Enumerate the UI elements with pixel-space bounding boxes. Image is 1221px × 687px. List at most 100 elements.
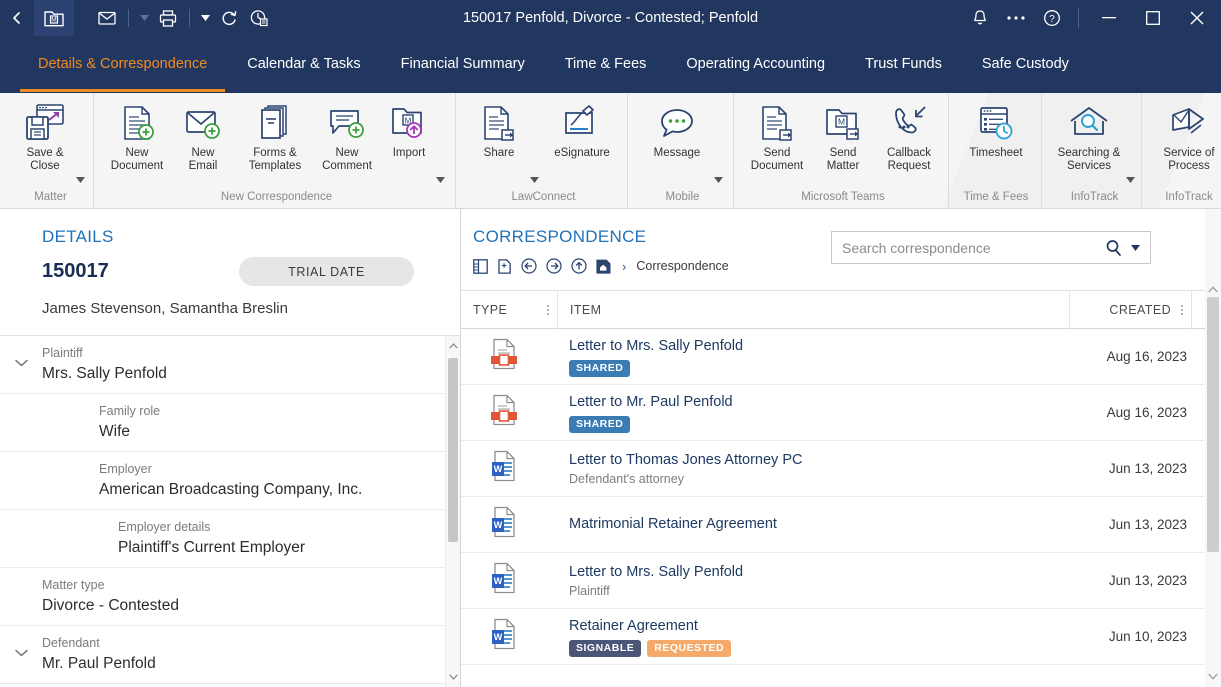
detail-row-employer-details[interactable]: Employer details Plaintiff's Current Emp… bbox=[0, 510, 460, 568]
email-dropdown-caret-icon[interactable] bbox=[135, 0, 153, 36]
save-and-close-button[interactable]: Save &Close bbox=[12, 99, 78, 175]
home-folder-icon[interactable] bbox=[596, 259, 612, 274]
print-dropdown-caret-icon[interactable] bbox=[196, 0, 214, 36]
timesheet-button[interactable]: Timesheet bbox=[957, 99, 1035, 162]
search-dropdown-caret-icon[interactable] bbox=[1129, 245, 1150, 251]
send-matter-button[interactable]: M SendMatter bbox=[810, 99, 876, 175]
item-title[interactable]: Matrimonial Retainer Agreement bbox=[569, 515, 1069, 534]
service-of-process-button[interactable]: Service ofProcess bbox=[1150, 99, 1221, 175]
item-title[interactable]: Retainer Agreement bbox=[569, 617, 1069, 636]
refresh-icon[interactable] bbox=[214, 0, 244, 36]
tab-label: Time & Fees bbox=[565, 56, 647, 72]
ribbon-toolbar: Save &Close Matter bbox=[0, 93, 1221, 209]
maximize-button[interactable] bbox=[1131, 0, 1175, 36]
tab-time-fees[interactable]: Time & Fees bbox=[545, 35, 667, 92]
panel-layout-icon[interactable] bbox=[473, 259, 488, 274]
print-icon[interactable] bbox=[153, 0, 183, 36]
history-icon[interactable] bbox=[244, 0, 274, 36]
message-icon bbox=[657, 101, 697, 145]
scroll-up-arrow-icon[interactable] bbox=[446, 338, 460, 354]
row-type-cell bbox=[461, 338, 557, 375]
add-document-icon[interactable] bbox=[497, 259, 512, 274]
message-dropdown-caret-icon[interactable] bbox=[714, 131, 723, 183]
searching-services-dropdown-caret-icon[interactable] bbox=[1126, 131, 1135, 183]
new-document-button[interactable]: NewDocument bbox=[104, 99, 170, 175]
ellipsis-icon[interactable] bbox=[998, 0, 1034, 36]
column-header-created[interactable]: CREATED bbox=[1069, 291, 1191, 329]
item-title[interactable]: Letter to Mrs. Sally Penfold bbox=[569, 337, 1069, 356]
trial-date-button[interactable]: TRIAL DATE bbox=[239, 257, 414, 286]
callback-request-button[interactable]: CallbackRequest bbox=[876, 99, 942, 175]
share-dropdown-caret-icon[interactable] bbox=[530, 131, 539, 183]
table-row[interactable]: W Letter to Mrs. Sally Penfold Plaintiff… bbox=[461, 553, 1221, 609]
correspondence-scrollbar[interactable] bbox=[1205, 209, 1221, 687]
scrollbar-thumb[interactable] bbox=[448, 358, 458, 542]
table-row[interactable]: Letter to Mr. Paul Penfold SHARED Aug 16… bbox=[461, 385, 1221, 441]
email-icon[interactable] bbox=[92, 0, 122, 36]
scroll-down-arrow-icon[interactable] bbox=[1205, 668, 1221, 685]
column-menu-icon[interactable] bbox=[547, 305, 549, 315]
column-menu-icon[interactable] bbox=[1181, 305, 1183, 315]
detail-row-employer[interactable]: Employer American Broadcasting Company, … bbox=[0, 452, 460, 510]
help-icon[interactable]: ? bbox=[1034, 0, 1070, 36]
back-chevron-icon[interactable] bbox=[0, 0, 34, 36]
detail-row-plaintiff[interactable]: Plaintiff Mrs. Sally Penfold bbox=[0, 336, 460, 394]
column-header-type[interactable]: TYPE bbox=[461, 291, 557, 329]
new-email-button[interactable]: NewEmail bbox=[170, 99, 236, 175]
detail-row-plaintiff-family-role[interactable]: Family role Wife bbox=[0, 394, 460, 452]
forward-arrow-icon[interactable] bbox=[546, 258, 562, 274]
searching-and-services-button[interactable]: Searching &Services bbox=[1050, 99, 1128, 175]
esignature-icon bbox=[561, 101, 603, 145]
esignature-button[interactable]: eSignature bbox=[543, 99, 621, 162]
ribbon-button-label: Import bbox=[393, 147, 426, 160]
chevron-down-icon[interactable] bbox=[0, 345, 42, 367]
search-icon[interactable] bbox=[1099, 239, 1129, 257]
table-row[interactable]: W Letter to Thomas Jones Attorney PC Def… bbox=[461, 441, 1221, 497]
search-correspondence-box[interactable] bbox=[831, 231, 1151, 264]
tab-details-correspondence[interactable]: Details & Correspondence bbox=[18, 35, 227, 92]
table-row[interactable]: W Retainer Agreement SIGNABLE REQUESTED … bbox=[461, 609, 1221, 665]
tab-calendar-tasks[interactable]: Calendar & Tasks bbox=[227, 35, 380, 92]
ribbon-group-label: New Correspondence bbox=[104, 191, 449, 206]
detail-row-defendant[interactable]: Defendant Mr. Paul Penfold bbox=[0, 626, 460, 684]
minimize-button[interactable] bbox=[1087, 0, 1131, 36]
details-scrollbar[interactable] bbox=[445, 336, 460, 687]
close-button[interactable] bbox=[1175, 0, 1219, 36]
share-button[interactable]: Share bbox=[466, 99, 532, 162]
table-row[interactable]: Letter to Mrs. Sally Penfold SHARED Aug … bbox=[461, 329, 1221, 385]
tab-operating-accounting[interactable]: Operating Accounting bbox=[666, 35, 845, 92]
item-subtitle: Plaintiff bbox=[569, 584, 1069, 598]
bell-icon[interactable] bbox=[962, 0, 998, 36]
column-header-item[interactable]: ITEM bbox=[557, 291, 1069, 329]
search-input[interactable] bbox=[832, 240, 1099, 256]
chevron-down-icon[interactable] bbox=[0, 635, 42, 657]
item-title[interactable]: Letter to Mrs. Sally Penfold bbox=[569, 563, 1069, 582]
table-row[interactable]: W Matrimonial Retainer Agreement Jun 13,… bbox=[461, 497, 1221, 553]
import-dropdown-caret-icon[interactable] bbox=[436, 131, 445, 183]
send-document-button[interactable]: SendDocument bbox=[744, 99, 810, 175]
ribbon-button-label: Share bbox=[484, 147, 515, 160]
forms-and-templates-button[interactable]: Forms &Templates bbox=[236, 99, 314, 175]
new-comment-button[interactable]: NewComment bbox=[314, 99, 380, 175]
detail-row-matter-type[interactable]: Matter type Divorce - Contested bbox=[0, 568, 460, 626]
item-title[interactable]: Letter to Mr. Paul Penfold bbox=[569, 393, 1069, 412]
breadcrumb-current[interactable]: Correspondence bbox=[636, 259, 728, 273]
matter-parties: James Stevenson, Samantha Breslin bbox=[42, 300, 460, 317]
save-and-close-dropdown-caret-icon[interactable] bbox=[76, 131, 85, 183]
scroll-down-arrow-icon[interactable] bbox=[446, 669, 460, 685]
divider bbox=[128, 9, 129, 27]
matter-folder-icon[interactable]: M bbox=[34, 0, 74, 36]
scrollbar-track[interactable] bbox=[1205, 279, 1221, 687]
ribbon-button-label: Message bbox=[654, 147, 701, 160]
tab-trust-funds[interactable]: Trust Funds bbox=[845, 35, 962, 92]
import-button[interactable]: M Import bbox=[380, 99, 438, 162]
tab-financial-summary[interactable]: Financial Summary bbox=[381, 35, 545, 92]
tab-safe-custody[interactable]: Safe Custody bbox=[962, 35, 1089, 92]
message-button[interactable]: Message bbox=[638, 99, 716, 162]
svg-text:W: W bbox=[494, 576, 503, 586]
scrollbar-thumb[interactable] bbox=[1207, 297, 1219, 552]
item-title[interactable]: Letter to Thomas Jones Attorney PC bbox=[569, 451, 1069, 470]
back-arrow-icon[interactable] bbox=[521, 258, 537, 274]
up-arrow-icon[interactable] bbox=[571, 258, 587, 274]
ribbon-group-infotrack-searching: Searching &Services InfoTrack bbox=[1041, 93, 1141, 208]
